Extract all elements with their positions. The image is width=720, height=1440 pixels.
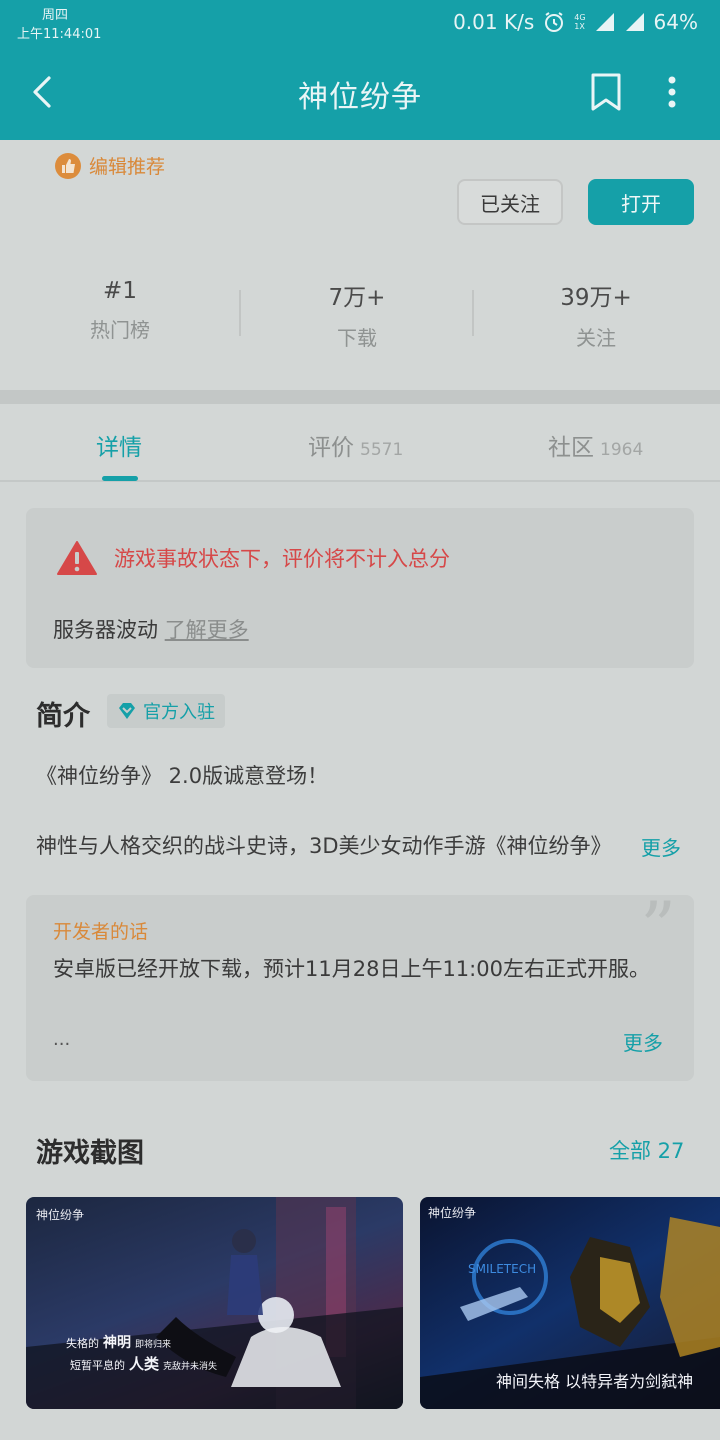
stat-divider: [239, 290, 241, 336]
incident-warning: 游戏事故状态下，评价将不计入总分: [56, 540, 450, 576]
shot1-caption-2c: 克敌并未消失: [163, 1360, 217, 1372]
thumbs-up-icon: [55, 152, 81, 179]
incident-reason-text: 服务器波动: [53, 618, 158, 642]
official-badge-label: 官方入驻: [143, 702, 215, 723]
developer-note-label: 开发者的话: [53, 921, 149, 943]
tab-bar: 详情 评价 5571 社区 1964: [0, 404, 720, 482]
tab-reviews-label: 评价: [308, 435, 354, 461]
warning-icon: [57, 541, 97, 575]
net-type-bottom: 1X: [574, 22, 585, 31]
tab-community[interactable]: 社区 1964: [548, 428, 643, 462]
tab-community-label: 社区: [548, 435, 594, 461]
stat-rank-value: #1: [103, 278, 137, 304]
shot2-sign: SMILETECH: [468, 1262, 536, 1276]
developer-note-ellipsis: ...: [53, 1029, 71, 1050]
screenshot-thumbnail[interactable]: 神位纷争 SMILETECH 神间失格 以特异者为剑弑神: [420, 1197, 720, 1409]
intro-headline: 《神位纷争》 2.0版诚意登场！: [36, 764, 329, 788]
shot1-caption-2b: 人类: [129, 1355, 160, 1373]
stat-followers-label: 关注: [576, 326, 616, 350]
status-bar: 周四 上午11:44:01 0.01 K/s 4G 1X 64%: [0, 0, 720, 44]
intro-more-link[interactable]: 更多: [641, 832, 681, 861]
developer-note-text: 安卓版已经开放下载，预计11月28日上午11:00左右正式开服。: [53, 957, 650, 981]
incident-notice: 游戏事故状态下，评价将不计入总分 服务器波动 了解更多: [26, 508, 694, 668]
shot2-caption: 神间失格 以特异者为剑弑神: [496, 1372, 693, 1391]
status-time: 上午11:44:01: [17, 27, 102, 42]
tab-reviews[interactable]: 评价 5571: [308, 428, 403, 462]
screenshot-thumbnail[interactable]: 神位纷争 失格的 神明 即将归来 短暂平息的 人类 克敌并未消失: [26, 1197, 403, 1409]
more-vert-icon: [668, 76, 676, 108]
stat-rank-label: 热门榜: [90, 318, 150, 342]
learn-more-link[interactable]: 了解更多: [165, 618, 249, 642]
net-speed: 0.01 K/s: [453, 10, 535, 34]
shot1-caption-1c: 即将归来: [135, 1338, 171, 1350]
incident-warning-text: 游戏事故状态下，评价将不计入总分: [114, 547, 450, 571]
tab-details[interactable]: 详情: [96, 428, 142, 462]
tab-reviews-count: 5571: [360, 440, 404, 460]
stat-rank[interactable]: #1 热门榜: [60, 278, 180, 343]
net-type-top: 4G: [574, 13, 586, 22]
editor-recommend-badge: 编辑推荐: [55, 152, 165, 179]
signal-icon: [594, 11, 616, 33]
developer-note-card[interactable]: ” 开发者的话 安卓版已经开放下载，预计11月28日上午11:00左右正式开服。…: [26, 893, 694, 1081]
status-weekday: 周四: [42, 8, 69, 23]
stat-downloads: 7万+ 下载: [297, 278, 417, 351]
shot1-caption-1a: 失格的: [66, 1336, 99, 1350]
bookmark-button[interactable]: [586, 70, 626, 114]
shot2-logo: 神位纷争: [428, 1205, 476, 1220]
network-type-icon: 4G 1X: [574, 13, 585, 31]
tab-community-count: 1964: [600, 440, 644, 460]
stat-downloads-label: 下载: [337, 326, 377, 350]
screenshots-all-link[interactable]: 全部 27: [609, 1135, 684, 1165]
battery-level: 64%: [653, 10, 698, 34]
stat-downloads-value: 7万+: [328, 285, 386, 311]
status-indicators: 0.01 K/s 4G 1X 64%: [453, 8, 698, 36]
shot1-logo: 神位纷争: [36, 1207, 84, 1222]
app-bar: 神位纷争: [0, 44, 720, 140]
game-header: 编辑推荐 已关注 打开 #1 热门榜 7万+ 下载 39万+ 关注: [0, 140, 720, 390]
shot1-caption-2a: 短暂平息的: [70, 1358, 125, 1372]
section-divider: [0, 390, 720, 404]
incident-reason: 服务器波动 了解更多: [53, 614, 249, 644]
followed-button[interactable]: 已关注: [457, 179, 563, 225]
signal-icon-2: [624, 11, 646, 33]
intro-title: 简介: [36, 701, 90, 732]
official-badge: 官方入驻: [107, 694, 225, 728]
screenshots-title: 游戏截图: [36, 1138, 144, 1169]
editor-recommend-label: 编辑推荐: [89, 156, 166, 178]
tab-active-indicator: [102, 476, 138, 481]
intro-description: 神性与人格交织的战斗史诗，3D美少女动作手游《神位纷争》: [36, 834, 612, 858]
stat-followers-value: 39万+: [560, 285, 632, 311]
diamond-heart-icon: [119, 703, 135, 719]
shot1-caption-1b: 神明: [103, 1334, 131, 1351]
tab-details-label: 详情: [96, 435, 142, 461]
stat-followers: 39万+ 关注: [536, 278, 656, 351]
stats-row: #1 热门榜 7万+ 下载 39万+ 关注: [0, 278, 720, 351]
stat-divider: [472, 290, 474, 336]
more-options-button[interactable]: [656, 70, 688, 114]
alarm-icon: [542, 10, 566, 34]
bookmark-icon: [591, 73, 621, 111]
open-button[interactable]: 打开: [588, 179, 694, 225]
developer-note-more-link[interactable]: 更多: [623, 1027, 663, 1056]
